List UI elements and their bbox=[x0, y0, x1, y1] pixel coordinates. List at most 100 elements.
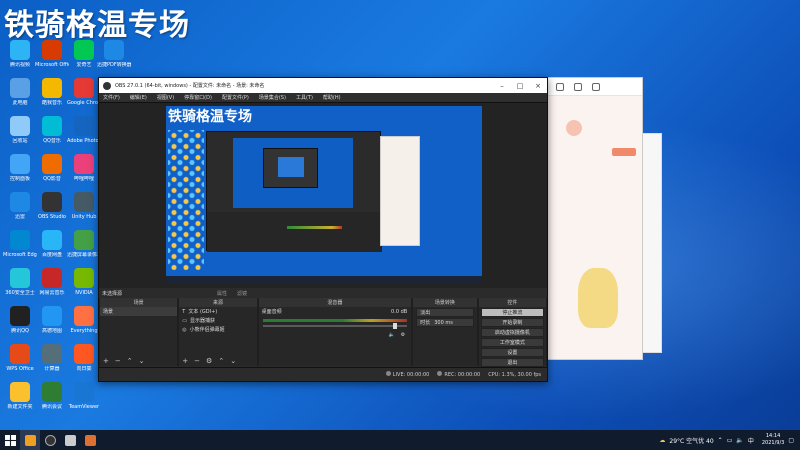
close-icon[interactable]: × bbox=[529, 82, 547, 90]
chevron-up-icon[interactable]: ⌃ bbox=[718, 437, 723, 444]
desktop-icon[interactable]: NVIDIA bbox=[68, 268, 100, 296]
gear-icon[interactable]: ⚙ bbox=[401, 332, 405, 338]
menu-view[interactable]: 视图(V) bbox=[157, 94, 174, 101]
background-browser-window[interactable] bbox=[547, 77, 643, 360]
down-icon[interactable]: ⌄ bbox=[139, 357, 145, 365]
desktop-icon[interactable]: QQ音乐 bbox=[36, 116, 68, 144]
desktop-icon[interactable]: 哔哩哔哩 bbox=[68, 154, 100, 182]
desktop-icon[interactable]: 高德地图 bbox=[36, 306, 68, 334]
taskbar-app-screen[interactable] bbox=[60, 430, 80, 450]
desktop-icon[interactable]: Google Chrome bbox=[67, 78, 101, 106]
volume-icon[interactable]: 🔈 bbox=[736, 437, 743, 444]
desktop-icon[interactable]: Everything bbox=[68, 306, 100, 334]
remove-icon[interactable]: − bbox=[194, 357, 200, 365]
desktop-icon[interactable]: 网易云音乐 bbox=[36, 268, 68, 296]
desktop-icon[interactable]: 爱奇艺 bbox=[68, 40, 100, 68]
start-button[interactable] bbox=[0, 430, 20, 450]
menu-file[interactable]: 文件(F) bbox=[103, 94, 120, 101]
desktop-icon[interactable]: 迅捷屏幕录像工具 bbox=[67, 230, 101, 258]
desktop-icon[interactable]: WPS Office bbox=[4, 344, 36, 372]
virtual-camera-button[interactable]: 启动虚拟摄像机 bbox=[480, 328, 545, 337]
follow-button[interactable] bbox=[612, 148, 636, 156]
menu-tools[interactable]: 工具(T) bbox=[296, 94, 313, 101]
down-icon[interactable]: ⌄ bbox=[230, 357, 236, 365]
filters-button[interactable]: 滤镜 bbox=[237, 290, 247, 297]
desktop-icon[interactable]: TeamViewer bbox=[68, 382, 100, 410]
source-item[interactable]: T 文本 (GDI+) bbox=[179, 307, 256, 316]
properties-button[interactable]: 属性 bbox=[217, 290, 227, 297]
desktop-icon[interactable]: Unity Hub bbox=[68, 192, 100, 220]
menu-edit[interactable]: 编辑(E) bbox=[130, 94, 147, 101]
sources-dock: 来源 T 文本 (GDI+) ▭ 显示器捕获 ◎ 小熊伴侣弹幕姬 + − ⚙ ⌃… bbox=[179, 298, 257, 366]
menu-docks[interactable]: 停靠窗口(D) bbox=[184, 94, 212, 101]
desktop-icon-label: 360安全卫士 bbox=[5, 290, 35, 296]
weather-text[interactable]: 29°C 空气优 40 bbox=[669, 436, 713, 445]
settings-button[interactable]: 设置 bbox=[480, 348, 545, 357]
desktop-icon[interactable]: 迅捷PDF转换器 bbox=[97, 40, 131, 68]
desktop-icon[interactable]: Adobe Photoshop bbox=[67, 116, 101, 144]
minimize-icon[interactable]: – bbox=[493, 82, 511, 90]
menu-help[interactable]: 帮助(H) bbox=[323, 94, 341, 101]
desktop-icon[interactable]: 360安全卫士 bbox=[4, 268, 36, 296]
desktop-icon[interactable]: Microsoft Edge bbox=[3, 230, 37, 258]
background-window-edge bbox=[640, 133, 662, 353]
desktop-icon[interactable]: 向日葵 bbox=[68, 344, 100, 372]
source-label: 小熊伴侣弹幕姬 bbox=[189, 327, 225, 333]
start-recording-button[interactable]: 开始录制 bbox=[480, 318, 545, 327]
ime-indicator[interactable]: 中 bbox=[748, 436, 754, 445]
scene-item[interactable]: 场景 bbox=[100, 307, 178, 316]
exit-button[interactable]: 退出 bbox=[480, 358, 545, 367]
desktop-icon-label: 迅捷PDF转换器 bbox=[97, 62, 131, 68]
clock[interactable]: 14:14 2021/9/3 bbox=[762, 433, 784, 447]
desktop-icon[interactable]: OBS Studio bbox=[36, 192, 68, 220]
transition-duration[interactable]: 时长 300 ms bbox=[416, 318, 474, 327]
taskbar-app-bilibili[interactable] bbox=[20, 430, 40, 450]
desktop-icon[interactable]: 腾讯会议 bbox=[36, 382, 68, 410]
obs-titlebar[interactable]: OBS 27.0.1 (64-bit, windows) - 配置文件: 未命名… bbox=[99, 78, 547, 93]
desktop-icon[interactable]: QQ影音 bbox=[36, 154, 68, 182]
desktop-icon[interactable]: 百度网盘 bbox=[36, 230, 68, 258]
app-icon bbox=[74, 382, 94, 402]
up-icon[interactable]: ⌃ bbox=[127, 357, 133, 365]
transition-select[interactable]: 淡出 bbox=[416, 308, 474, 317]
taskbar-app-obs[interactable] bbox=[40, 430, 60, 450]
menu-profile[interactable]: 配置文件(P) bbox=[222, 94, 249, 101]
desktop-icon[interactable]: 此电脑 bbox=[4, 78, 36, 106]
desktop-icon[interactable]: Microsoft Office bbox=[35, 40, 69, 68]
app-icon bbox=[74, 78, 94, 98]
maximize-icon[interactable]: □ bbox=[511, 82, 529, 90]
bookmark-icon[interactable] bbox=[574, 82, 582, 91]
menu-scene-collection[interactable]: 场景集合(S) bbox=[259, 94, 286, 101]
nested-preview bbox=[233, 138, 353, 208]
network-icon[interactable]: ▭ bbox=[727, 437, 733, 444]
desktop-icon[interactable]: 酷我音乐 bbox=[36, 78, 68, 106]
taskbar-app-other[interactable] bbox=[80, 430, 100, 450]
preview-desktop-icons bbox=[168, 130, 204, 270]
studio-mode-button[interactable]: 工作室模式 bbox=[480, 338, 545, 347]
speaker-icon[interactable]: 🔈 bbox=[388, 332, 394, 338]
desktop-icon[interactable]: 新建文件夹 bbox=[4, 382, 36, 410]
desktop-icon[interactable]: 回收站 bbox=[4, 116, 36, 144]
desktop-icon[interactable]: 计算器 bbox=[36, 344, 68, 372]
desktop-icon[interactable]: 腾讯视频 bbox=[4, 40, 36, 68]
screen-icon bbox=[64, 434, 76, 446]
up-icon[interactable]: ⌃ bbox=[218, 357, 224, 365]
desktop-icon[interactable]: 控制面板 bbox=[4, 154, 36, 182]
source-item[interactable]: ◎ 小熊伴侣弹幕姬 bbox=[179, 325, 256, 334]
add-icon[interactable]: + bbox=[103, 357, 109, 365]
app-icon bbox=[42, 40, 62, 60]
menu-icon[interactable] bbox=[592, 82, 600, 91]
obs-window[interactable]: OBS 27.0.1 (64-bit, windows) - 配置文件: 未命名… bbox=[98, 77, 548, 382]
desktop-icon-label: 回收站 bbox=[12, 138, 28, 144]
notification-icon[interactable]: ▢ bbox=[788, 437, 794, 444]
volume-slider[interactable] bbox=[262, 323, 408, 329]
tab-icon[interactable] bbox=[556, 82, 564, 91]
stop-streaming-button[interactable]: 停止推流 bbox=[480, 308, 545, 317]
add-icon[interactable]: + bbox=[182, 357, 188, 365]
source-item[interactable]: ▭ 显示器捕获 bbox=[179, 316, 256, 325]
desktop-icon[interactable]: 迅雷 bbox=[4, 192, 36, 220]
obs-preview-area[interactable]: 铁骑格温专场 bbox=[99, 103, 547, 288]
remove-icon[interactable]: − bbox=[115, 357, 121, 365]
gear-icon[interactable]: ⚙ bbox=[206, 357, 212, 365]
desktop-icon[interactable]: 腾讯QQ bbox=[4, 306, 36, 334]
